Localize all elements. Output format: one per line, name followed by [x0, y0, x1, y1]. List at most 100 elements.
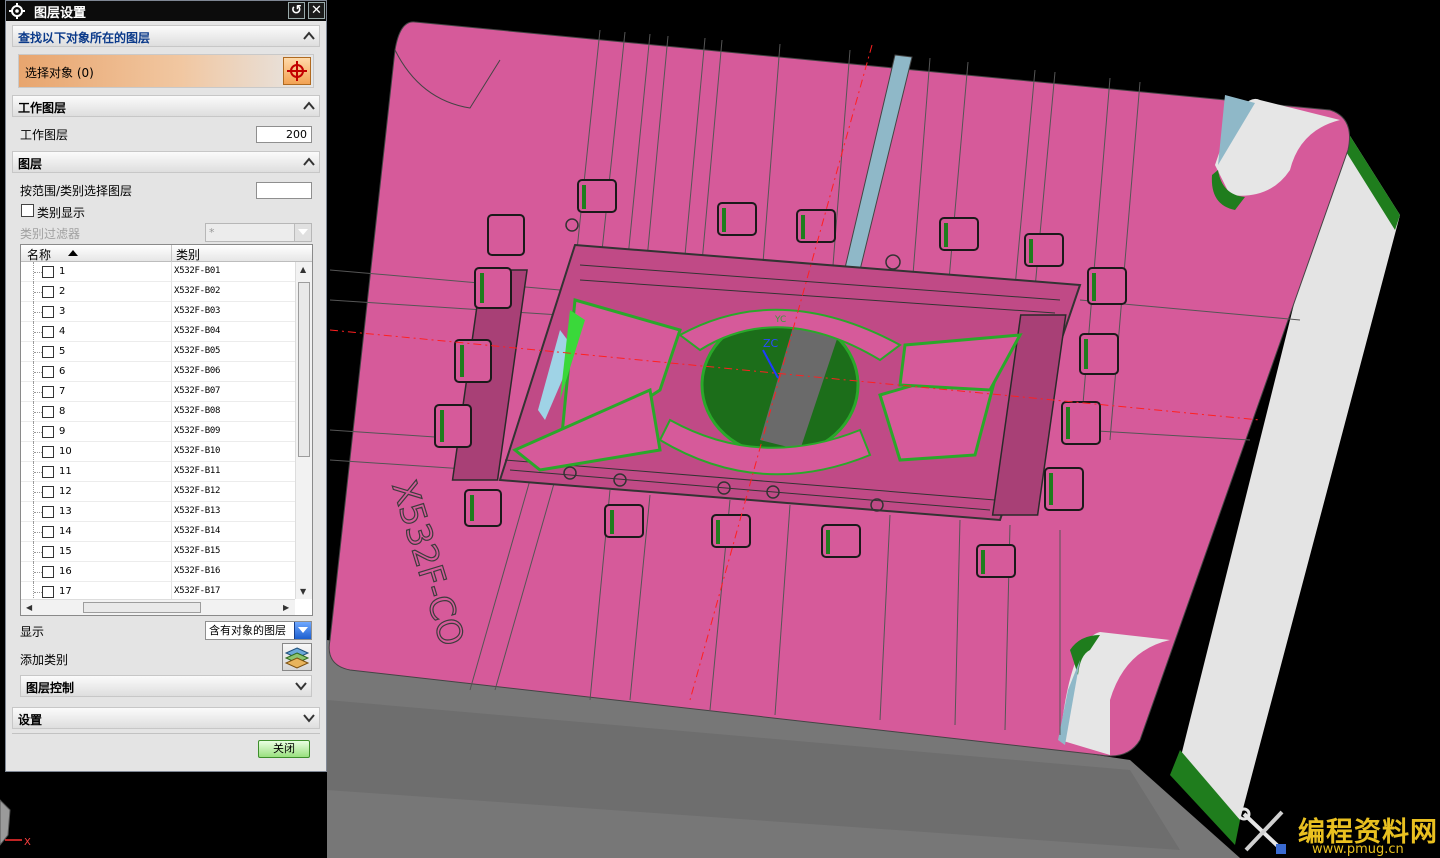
- settings-section-header[interactable]: 设置: [12, 707, 320, 729]
- scroll-down-icon[interactable]: ▼: [300, 587, 306, 596]
- layer-checkbox[interactable]: [42, 586, 54, 598]
- table-row[interactable]: 6 X532F-B06: [21, 362, 295, 382]
- select-object-row[interactable]: 选择对象 (0): [18, 54, 314, 88]
- table-row[interactable]: 8 X532F-B08: [21, 402, 295, 422]
- category-display-checkbox[interactable]: [21, 204, 34, 217]
- layer-category: X532F-B12: [174, 486, 221, 496]
- find-layer-section-header[interactable]: 查找以下对象所在的图层: [12, 25, 320, 47]
- scroll-up-icon[interactable]: ▲: [300, 265, 306, 274]
- table-row[interactable]: 16 X532F-B16: [21, 562, 295, 582]
- work-layer-input[interactable]: 200: [256, 126, 312, 143]
- layer-checkbox[interactable]: [42, 386, 54, 398]
- gear-icon[interactable]: [9, 3, 25, 19]
- layer-checkbox[interactable]: [42, 506, 54, 518]
- layer-checkbox[interactable]: [42, 346, 54, 358]
- table-row[interactable]: 15 X532F-B15: [21, 542, 295, 562]
- layer-checkbox[interactable]: [42, 566, 54, 578]
- tools-icon: [1237, 807, 1286, 854]
- chevron-up-icon[interactable]: [300, 97, 318, 115]
- divider: [12, 733, 320, 734]
- tree-connector: [33, 462, 42, 482]
- table-row[interactable]: 13 X532F-B13: [21, 502, 295, 522]
- reset-icon[interactable]: ↺: [288, 2, 305, 19]
- layer-name: 1: [59, 266, 66, 277]
- layer-category: X532F-B10: [174, 446, 221, 456]
- close-icon[interactable]: ✕: [308, 2, 325, 19]
- layer-checkbox[interactable]: [42, 546, 54, 558]
- table-row[interactable]: 14 X532F-B14: [21, 522, 295, 542]
- chevron-down-icon[interactable]: [292, 677, 310, 695]
- close-button[interactable]: 关闭: [258, 740, 310, 758]
- layer-checkbox[interactable]: [42, 446, 54, 458]
- table-row[interactable]: 12 X532F-B12: [21, 482, 295, 502]
- column-header-name[interactable]: 名称: [27, 246, 51, 263]
- table-row[interactable]: 10 X532F-B10: [21, 442, 295, 462]
- layer-name: 11: [59, 466, 72, 477]
- vertical-scrollbar[interactable]: ▲ ▼: [295, 262, 312, 599]
- layer-category: X532F-B11: [174, 466, 221, 476]
- scroll-left-icon[interactable]: ◀: [26, 603, 32, 612]
- table-row[interactable]: 7 X532F-B07: [21, 382, 295, 402]
- chevron-down-icon[interactable]: [300, 709, 318, 727]
- layer-checkbox[interactable]: [42, 526, 54, 538]
- range-select-input[interactable]: [256, 182, 312, 199]
- layer-control-section-header[interactable]: 图层控制: [20, 675, 312, 697]
- scroll-right-icon[interactable]: ▶: [283, 603, 289, 612]
- layer-checkbox[interactable]: [42, 466, 54, 478]
- axis-yc-label: YC: [774, 315, 786, 325]
- watermark-url: www.pmug.cn: [1312, 842, 1404, 857]
- chevron-down-icon: [294, 224, 311, 241]
- layer-category: X532F-B01: [174, 266, 221, 276]
- display-combo[interactable]: 含有对象的图层: [205, 621, 312, 640]
- layer-checkbox[interactable]: [42, 406, 54, 418]
- layer-name: 12: [59, 486, 72, 497]
- work-layer-section-header[interactable]: 工作图层: [12, 95, 320, 117]
- dialog-titlebar[interactable]: 图层设置 ↺ ✕: [6, 1, 326, 21]
- table-row[interactable]: 9 X532F-B09: [21, 422, 295, 442]
- layer-list[interactable]: 名称 类别 1 X532F-B01 2 X532F-B02 3 X532F-B03 4 X53…: [20, 244, 313, 616]
- horizontal-scroll-thumb[interactable]: [83, 602, 201, 613]
- layer-category: X532F-B17: [174, 586, 221, 596]
- table-row[interactable]: 11 X532F-B11: [21, 462, 295, 482]
- layer-category: X532F-B13: [174, 506, 221, 516]
- layer-checkbox[interactable]: [42, 366, 54, 378]
- horizontal-scrollbar[interactable]: ◀ ▶: [21, 599, 295, 615]
- tree-connector: [33, 362, 42, 382]
- crosshair-select-button[interactable]: [283, 57, 311, 85]
- layer-name: 16: [59, 566, 72, 577]
- layer-checkbox[interactable]: [42, 266, 54, 278]
- layer-name: 2: [59, 286, 66, 297]
- layer-checkbox[interactable]: [42, 306, 54, 318]
- dialog-title: 图层设置: [34, 6, 87, 21]
- sort-ascending-icon: [68, 250, 78, 256]
- layer-name: 7: [59, 386, 66, 397]
- triad-x-label: X: [24, 837, 31, 848]
- tree-connector: [33, 302, 42, 322]
- layer-name: 8: [59, 406, 66, 417]
- tree-connector: [33, 282, 42, 302]
- table-row[interactable]: 3 X532F-B03: [21, 302, 295, 322]
- layer-checkbox[interactable]: [42, 286, 54, 298]
- column-header-category[interactable]: 类别: [176, 246, 200, 263]
- chevron-up-icon[interactable]: [300, 153, 318, 171]
- layer-checkbox[interactable]: [42, 326, 54, 338]
- layer-category: X532F-B15: [174, 546, 221, 556]
- tree-connector: [33, 542, 42, 562]
- table-row[interactable]: 4 X532F-B04: [21, 322, 295, 342]
- layer-list-header: 名称 类别: [21, 245, 312, 262]
- layer-checkbox[interactable]: [42, 486, 54, 498]
- add-category-button[interactable]: [282, 643, 312, 671]
- vertical-scroll-thumb[interactable]: [298, 282, 310, 457]
- layers-section-header[interactable]: 图层: [12, 151, 320, 173]
- layer-category: X532F-B16: [174, 566, 221, 576]
- table-row[interactable]: 1 X532F-B01: [21, 262, 295, 282]
- chevron-up-icon[interactable]: [300, 27, 318, 45]
- table-row[interactable]: 5 X532F-B05: [21, 342, 295, 362]
- layer-checkbox[interactable]: [42, 426, 54, 438]
- work-layer-label: 工作图层: [20, 128, 69, 142]
- chevron-down-icon[interactable]: [294, 622, 311, 639]
- tree-connector: [33, 402, 42, 422]
- tree-connector: [33, 342, 42, 362]
- layer-name: 9: [59, 426, 66, 437]
- table-row[interactable]: 2 X532F-B02: [21, 282, 295, 302]
